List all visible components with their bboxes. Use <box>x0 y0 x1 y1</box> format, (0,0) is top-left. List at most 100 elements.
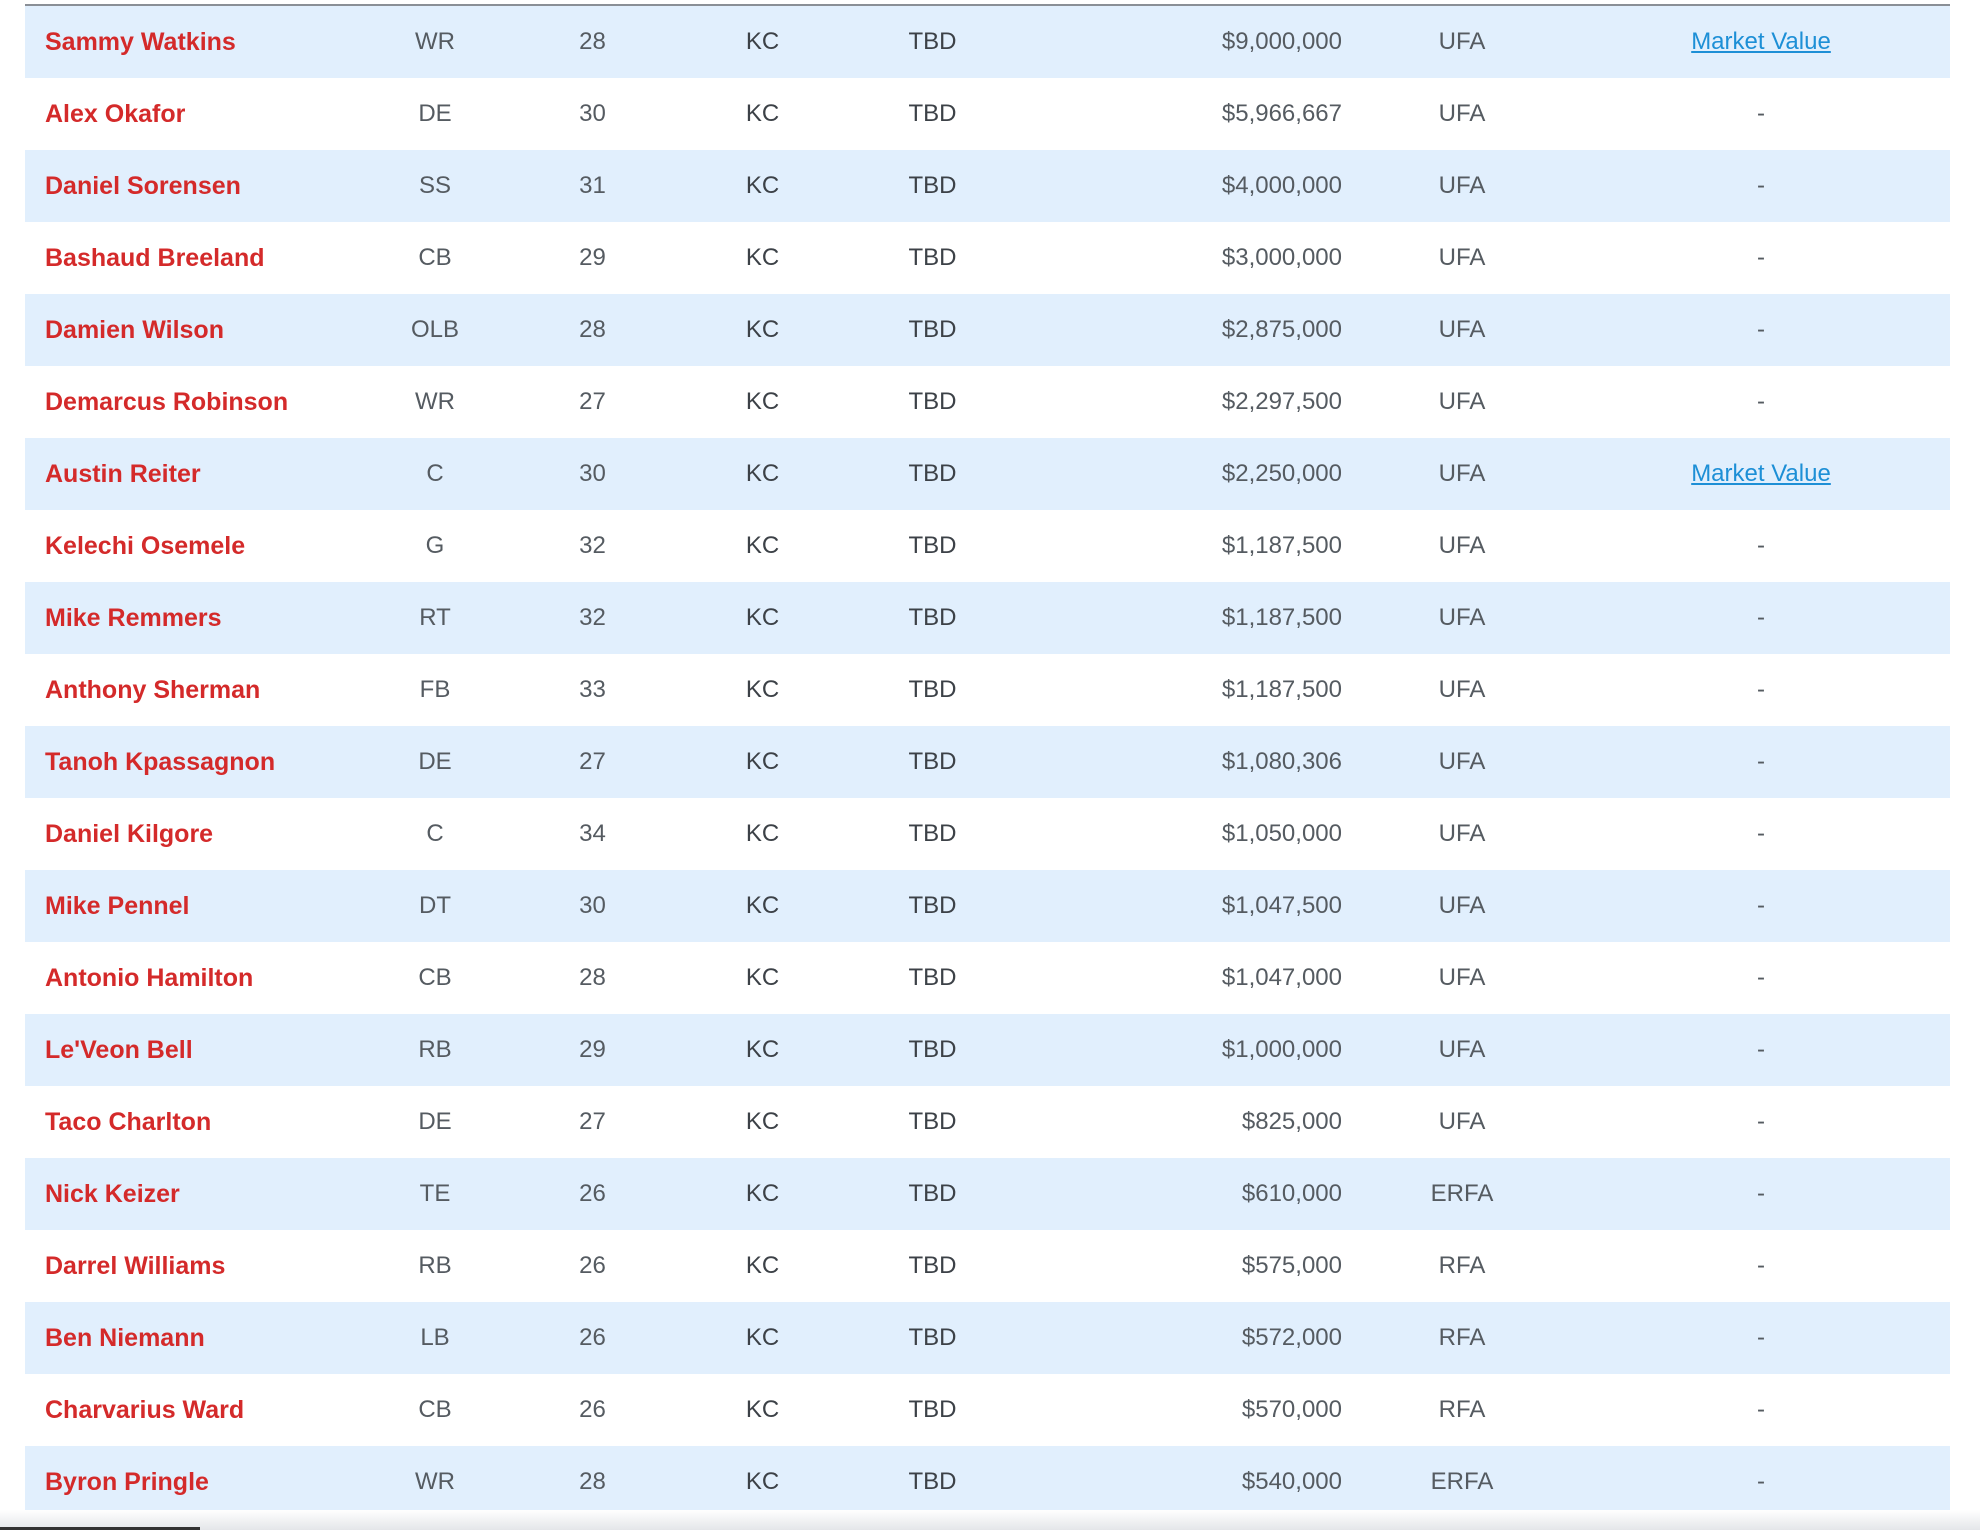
player-name[interactable]: Taco Charlton <box>25 1086 365 1158</box>
player-position: CB <box>418 964 452 991</box>
player-team: KC <box>745 604 780 631</box>
player-status: TBD <box>908 1180 957 1207</box>
player-team: KC <box>745 1252 780 1279</box>
player-fa-type: UFA <box>1438 316 1486 343</box>
player-name[interactable]: Nick Keizer <box>25 1158 365 1230</box>
player-row: Charvarius Ward CB 26 KC TBD $570,000 RF… <box>25 1374 1950 1446</box>
player-position: DT <box>419 892 451 919</box>
market-value-link[interactable]: Market Value <box>1691 28 1831 55</box>
player-name[interactable]: Kelechi Osemele <box>25 510 365 582</box>
player-fa-type: UFA <box>1438 244 1486 271</box>
player-age: 26 <box>579 1252 606 1279</box>
market-value-cell: - <box>1757 1324 1765 1351</box>
player-status: TBD <box>908 1396 957 1423</box>
free-agents-table: Sammy Watkins WR 28 KC TBD $9,000,000 UF… <box>25 6 1950 1518</box>
player-name[interactable]: Daniel Kilgore <box>25 798 365 870</box>
player-team: KC <box>745 820 780 847</box>
player-position: OLB <box>410 316 460 343</box>
player-salary: $572,000 <box>1241 1324 1342 1351</box>
player-name[interactable]: Daniel Sorensen <box>25 150 365 222</box>
player-salary: $1,047,000 <box>1221 964 1342 991</box>
player-fa-type: RFA <box>1438 1324 1486 1351</box>
player-team: KC <box>745 532 780 559</box>
player-name[interactable]: Antonio Hamilton <box>25 942 365 1014</box>
player-age: 26 <box>579 1324 606 1351</box>
player-name[interactable]: Damien Wilson <box>25 294 365 366</box>
player-salary: $2,875,000 <box>1221 316 1342 343</box>
player-status: TBD <box>908 964 957 991</box>
player-position: SS <box>418 172 451 199</box>
player-fa-type: ERFA <box>1430 1468 1494 1495</box>
player-team: KC <box>745 100 780 127</box>
player-name[interactable]: Bashaud Breeland <box>25 222 365 294</box>
player-fa-type: UFA <box>1438 28 1486 55</box>
player-row: Anthony Sherman FB 33 KC TBD $1,187,500 … <box>25 654 1950 726</box>
player-fa-type: UFA <box>1438 820 1486 847</box>
market-value-link[interactable]: Market Value <box>1691 460 1831 487</box>
player-team: KC <box>745 1180 780 1207</box>
player-status: TBD <box>908 316 957 343</box>
player-salary: $610,000 <box>1241 1180 1342 1207</box>
player-row: Antonio Hamilton CB 28 KC TBD $1,047,000… <box>25 942 1950 1014</box>
market-value-cell: - <box>1757 1468 1765 1495</box>
player-fa-type: UFA <box>1438 460 1486 487</box>
player-name[interactable]: Demarcus Robinson <box>25 366 365 438</box>
player-status: TBD <box>908 28 957 55</box>
player-name[interactable]: Ben Niemann <box>25 1302 365 1374</box>
player-team: KC <box>745 1396 780 1423</box>
market-value-cell: - <box>1757 748 1765 775</box>
market-value-cell: - <box>1757 1396 1765 1423</box>
player-position: LB <box>420 1324 450 1351</box>
player-name[interactable]: Mike Remmers <box>25 582 365 654</box>
player-fa-type: UFA <box>1438 100 1486 127</box>
player-position: G <box>425 532 445 559</box>
player-status: TBD <box>908 820 957 847</box>
player-salary: $9,000,000 <box>1221 28 1342 55</box>
player-name[interactable]: Charvarius Ward <box>25 1374 365 1446</box>
player-age: 30 <box>579 460 606 487</box>
player-salary: $1,187,500 <box>1221 532 1342 559</box>
player-team: KC <box>745 1324 780 1351</box>
player-position: CB <box>418 1396 452 1423</box>
player-name[interactable]: Alex Okafor <box>25 78 365 150</box>
player-name[interactable]: Mike Pennel <box>25 870 365 942</box>
player-position: RB <box>418 1036 452 1063</box>
player-row: Le'Veon Bell RB 29 KC TBD $1,000,000 UFA… <box>25 1014 1950 1086</box>
player-row: Sammy Watkins WR 28 KC TBD $9,000,000 UF… <box>25 6 1950 78</box>
player-name[interactable]: Tanoh Kpassagnon <box>25 726 365 798</box>
player-age: 26 <box>579 1396 606 1423</box>
player-age: 26 <box>579 1180 606 1207</box>
player-team: KC <box>745 1108 780 1135</box>
player-row: Alex Okafor DE 30 KC TBD $5,966,667 UFA … <box>25 78 1950 150</box>
player-name[interactable]: Sammy Watkins <box>25 6 365 78</box>
player-status: TBD <box>908 1252 957 1279</box>
free-agents-table-container: Sammy Watkins WR 28 KC TBD $9,000,000 UF… <box>25 4 1950 1518</box>
player-name[interactable]: Le'Veon Bell <box>25 1014 365 1086</box>
player-salary: $1,080,306 <box>1221 748 1342 775</box>
player-status: TBD <box>908 1468 957 1495</box>
player-fa-type: RFA <box>1438 1396 1486 1423</box>
player-salary: $2,297,500 <box>1221 388 1342 415</box>
player-salary: $4,000,000 <box>1221 172 1342 199</box>
player-team: KC <box>745 172 780 199</box>
player-name[interactable]: Austin Reiter <box>25 438 365 510</box>
player-salary: $5,966,667 <box>1221 100 1342 127</box>
player-fa-type: ERFA <box>1430 1180 1494 1207</box>
player-age: 27 <box>579 748 606 775</box>
player-row: Taco Charlton DE 27 KC TBD $825,000 UFA … <box>25 1086 1950 1158</box>
player-age: 30 <box>579 100 606 127</box>
market-value-cell: - <box>1757 1036 1765 1063</box>
player-name[interactable]: Anthony Sherman <box>25 654 365 726</box>
player-position: C <box>426 460 444 487</box>
market-value-cell: - <box>1757 172 1765 199</box>
market-value-cell: - <box>1757 244 1765 271</box>
player-team: KC <box>745 388 780 415</box>
player-salary: $1,047,500 <box>1221 892 1342 919</box>
player-status: TBD <box>908 1108 957 1135</box>
player-status: TBD <box>908 1324 957 1351</box>
player-name[interactable]: Darrel Williams <box>25 1230 365 1302</box>
player-team: KC <box>745 892 780 919</box>
player-row: Mike Pennel DT 30 KC TBD $1,047,500 UFA … <box>25 870 1950 942</box>
player-name[interactable]: Byron Pringle <box>25 1446 365 1518</box>
player-team: KC <box>745 748 780 775</box>
